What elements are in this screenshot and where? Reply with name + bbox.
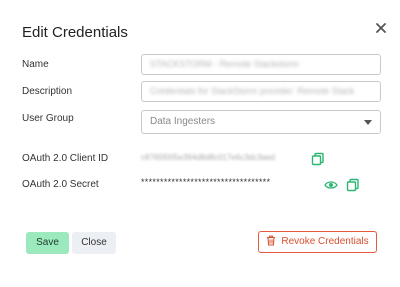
description-value: Credentials for StackStorm provider: Rem… [150,86,355,96]
copy-icon[interactable] [346,178,360,192]
copy-icon[interactable] [311,152,325,166]
dialog-title: Edit Credentials [22,24,128,41]
secret-value: ********************************** [141,177,271,187]
user-group-label: User Group [22,113,74,124]
description-label: Description [22,86,73,97]
client-id-label: OAuth 2.0 Client ID [22,153,109,164]
secret-label: OAuth 2.0 Secret [22,179,99,190]
name-label: Name [22,59,49,70]
edit-credentials-dialog: Edit Credentials Name STACKSTORM - Remot… [0,0,400,287]
name-field[interactable]: STACKSTORM - Remote Stackstorm [141,54,381,75]
user-group-placeholder: Data Ingesters [150,116,216,127]
close-icon[interactable] [374,21,388,35]
description-field[interactable]: Credentials for StackStorm provider: Rem… [141,81,381,102]
name-value: STACKSTORM - Remote Stackstorm [150,59,299,69]
client-id-value: c8765f005e394d8d8c017e6c3dc3aed [141,153,275,162]
revoke-credentials-button[interactable]: Revoke Credentials [258,231,377,253]
chevron-down-icon [364,120,372,125]
close-button[interactable]: Close [72,232,116,254]
save-button[interactable]: Save [26,232,69,254]
trash-icon [267,235,276,246]
revoke-label: Revoke Credentials [281,236,369,247]
eye-icon[interactable] [324,178,338,192]
user-group-select[interactable]: Data Ingesters [141,110,381,134]
